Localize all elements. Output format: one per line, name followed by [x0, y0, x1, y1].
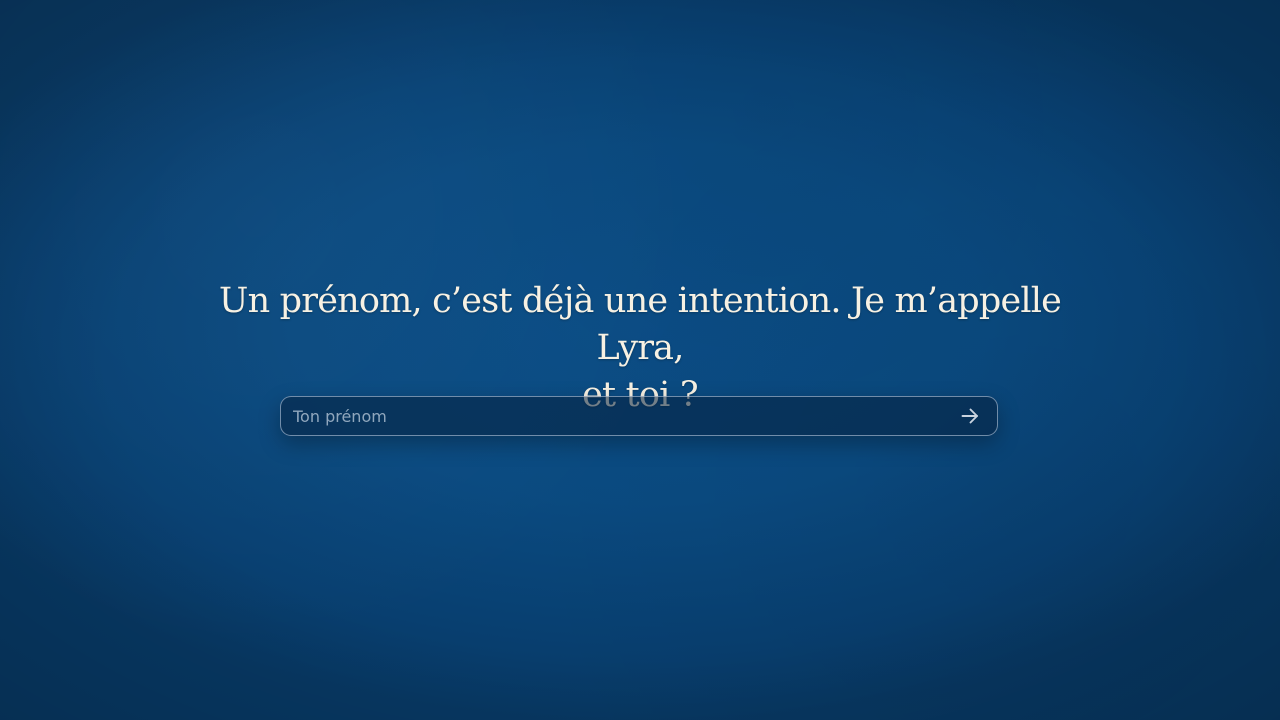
submit-button[interactable] — [959, 405, 981, 427]
name-input-container — [280, 396, 998, 436]
arrow-right-icon — [959, 405, 981, 427]
first-name-input[interactable] — [281, 397, 931, 435]
onboarding-screen: Un prénom, c’est déjà une intention. Je … — [0, 0, 1280, 720]
intro-question-line-1: Un prénom, c’est déjà une intention. Je … — [218, 281, 1062, 368]
